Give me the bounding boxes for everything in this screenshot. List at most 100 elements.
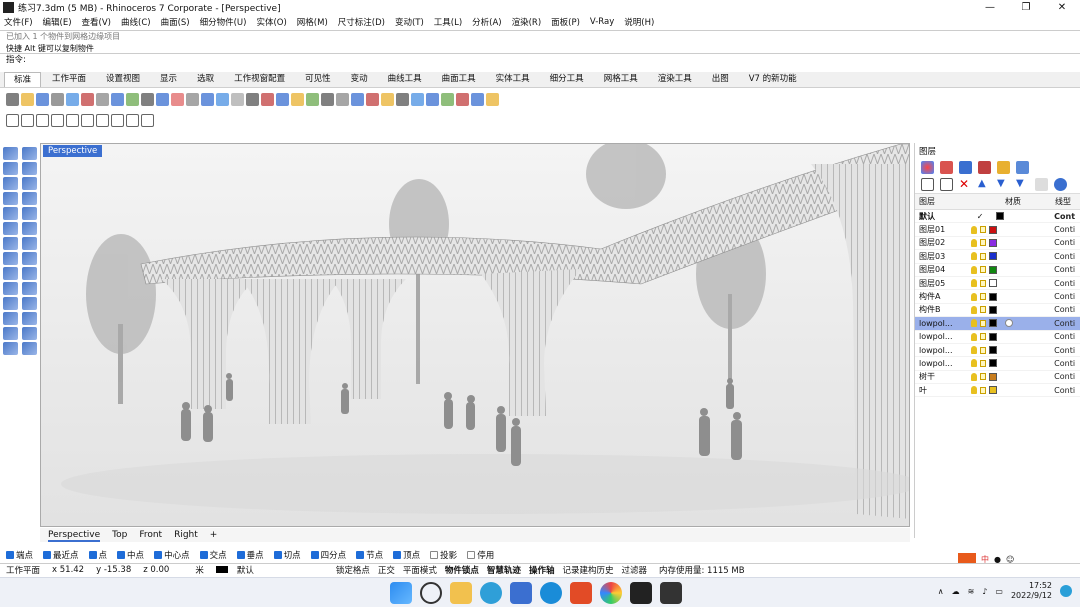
toolbar-tool-icon[interactable]: [6, 92, 19, 106]
palette-tool-icon[interactable]: [3, 267, 18, 280]
new-sublayer-icon[interactable]: [940, 178, 953, 191]
lock-icon[interactable]: [979, 266, 986, 274]
layer-row[interactable]: 构件B Conti: [915, 304, 1080, 318]
layer-linetype[interactable]: Conti: [1054, 305, 1080, 314]
toolbar-tool-icon[interactable]: [126, 113, 139, 127]
layer-row[interactable]: 叶 Conti: [915, 384, 1080, 398]
toolbar-tool-icon[interactable]: [51, 92, 64, 106]
vp-tab-add[interactable]: +: [210, 528, 218, 542]
menu-surface[interactable]: 曲面(S): [161, 16, 190, 28]
cloud-icon[interactable]: ☁: [952, 587, 960, 596]
palette-tool-icon[interactable]: [22, 222, 37, 235]
layer-row[interactable]: 默认 ✓ Cont: [915, 210, 1080, 224]
perspective-viewport[interactable]: Perspective: [40, 143, 910, 527]
tab-curve-tools[interactable]: 曲线工具: [379, 72, 431, 87]
toolbar-tool-icon[interactable]: [426, 92, 439, 106]
layer-row[interactable]: lowpol... Conti: [915, 357, 1080, 371]
palette-tool-icon[interactable]: [22, 327, 37, 340]
layer-linetype[interactable]: Conti: [1054, 319, 1080, 328]
palette-tool-icon[interactable]: [22, 342, 37, 355]
layer-color-swatch[interactable]: [988, 372, 997, 381]
toolbar-tool-icon[interactable]: [66, 92, 79, 106]
palette-tool-icon[interactable]: [22, 192, 37, 205]
bulb-icon[interactable]: [970, 332, 977, 341]
display-icon[interactable]: [1016, 161, 1029, 174]
layer-linetype[interactable]: Conti: [1054, 265, 1080, 274]
bulb-icon[interactable]: [970, 238, 977, 247]
tab-set-view[interactable]: 设置视图: [97, 72, 149, 87]
palette-tool-icon[interactable]: [3, 297, 18, 310]
layer-color-swatch[interactable]: [988, 359, 997, 368]
lock-icon[interactable]: [979, 239, 986, 247]
tools-icon[interactable]: [1035, 178, 1048, 191]
lock-icon[interactable]: [979, 333, 986, 341]
osnap-toggle[interactable]: 切点: [273, 549, 301, 561]
status-layer[interactable]: 默认: [210, 564, 266, 576]
palette-tool-icon[interactable]: [22, 267, 37, 280]
layer-color-swatch[interactable]: [988, 332, 997, 341]
folder-icon[interactable]: [997, 161, 1010, 174]
toolbar-tool-icon[interactable]: [471, 92, 484, 106]
menu-tools[interactable]: 工具(L): [434, 16, 462, 28]
toolbar-tool-icon[interactable]: [246, 92, 259, 106]
palette-tool-icon[interactable]: [22, 177, 37, 190]
layer-linetype[interactable]: Conti: [1054, 346, 1080, 355]
tab-viewport-layout[interactable]: 工作视窗配置: [225, 72, 294, 87]
status-toggle[interactable]: 智慧轨迹: [487, 564, 521, 576]
palette-tool-icon[interactable]: [3, 342, 18, 355]
palette-tool-icon[interactable]: [3, 192, 18, 205]
status-toggle[interactable]: 过滤器: [621, 564, 647, 576]
lock-icon[interactable]: [979, 359, 986, 367]
toolbar-tool-icon[interactable]: [321, 92, 334, 106]
menu-transform[interactable]: 变动(T): [395, 16, 424, 28]
status-cplane[interactable]: 工作平面: [0, 564, 46, 576]
lock-icon[interactable]: [979, 386, 986, 394]
toolbar-tool-icon[interactable]: [36, 113, 49, 127]
toolbar-tool-icon[interactable]: [186, 92, 199, 106]
layer-color-swatch[interactable]: [988, 305, 997, 314]
lock-icon[interactable]: [979, 373, 986, 381]
toolbar-tool-icon[interactable]: [396, 92, 409, 106]
toolbar-tool-icon[interactable]: [366, 92, 379, 106]
osnap-toggle[interactable]: 点: [88, 549, 107, 561]
toolbar-tool-icon[interactable]: [411, 92, 424, 106]
layer-color-swatch[interactable]: [988, 279, 997, 288]
toolbar-tool-icon[interactable]: [6, 113, 19, 127]
toolbar-tool-icon[interactable]: [231, 92, 244, 106]
layer-row[interactable]: 树干 Conti: [915, 371, 1080, 385]
toolbar-tool-icon[interactable]: [201, 92, 214, 106]
toolbar-tool-icon[interactable]: [441, 92, 454, 106]
layer-linetype[interactable]: Conti: [1054, 238, 1080, 247]
bulb-icon[interactable]: [970, 346, 977, 355]
layer-linetype[interactable]: Conti: [1054, 372, 1080, 381]
toolbar-tool-icon[interactable]: [21, 113, 34, 127]
menu-analyze[interactable]: 分析(A): [472, 16, 501, 28]
search-icon[interactable]: [420, 582, 442, 604]
bulb-icon[interactable]: [970, 372, 977, 381]
toolbar-tool-icon[interactable]: [456, 92, 469, 106]
osnap-toggle[interactable]: 中心点: [154, 549, 190, 561]
layer-row[interactable]: 图层02 Conti: [915, 237, 1080, 251]
toolbar-tool-icon[interactable]: [36, 92, 49, 106]
rhino-taskbar-icon-2[interactable]: [660, 582, 682, 604]
lock-icon[interactable]: [979, 306, 986, 314]
bulb-icon[interactable]: [970, 225, 977, 234]
palette-tool-icon[interactable]: [3, 237, 18, 250]
layer-color-swatch[interactable]: [988, 292, 997, 301]
layer-row[interactable]: lowpol... Conti: [915, 317, 1080, 331]
bulb-icon[interactable]: [970, 292, 977, 301]
palette-tool-icon[interactable]: [22, 162, 37, 175]
mail-icon[interactable]: [510, 582, 532, 604]
layer-color-swatch[interactable]: [988, 386, 997, 395]
layer-color-swatch[interactable]: [988, 265, 997, 274]
layer-linetype[interactable]: Conti: [1054, 252, 1080, 261]
rhino-taskbar-icon[interactable]: [630, 582, 652, 604]
menu-view[interactable]: 查看(V): [82, 16, 111, 28]
tab-render-tools[interactable]: 渲染工具: [649, 72, 701, 87]
lock-icon[interactable]: [979, 346, 986, 354]
tab-surface-tools[interactable]: 曲面工具: [433, 72, 485, 87]
palette-tool-icon[interactable]: [3, 312, 18, 325]
minimize-button[interactable]: —: [972, 0, 1008, 15]
toolbar-tool-icon[interactable]: [351, 92, 364, 106]
layer-row[interactable]: 图层04 Conti: [915, 264, 1080, 277]
